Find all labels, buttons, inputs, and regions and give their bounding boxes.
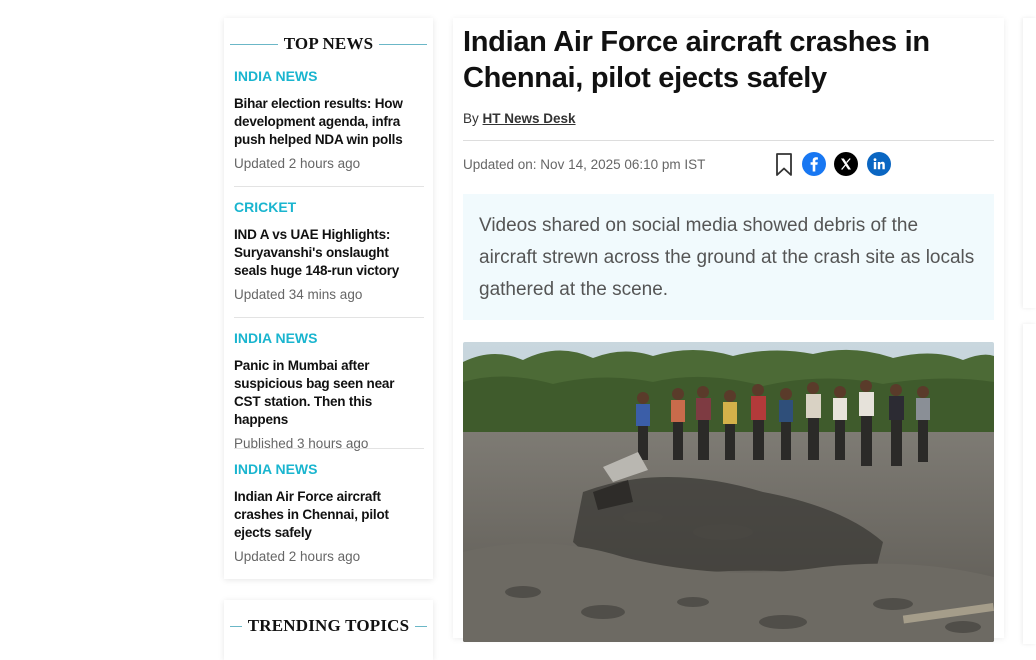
byline: By HT News Desk — [463, 111, 576, 126]
news-divider — [234, 317, 424, 318]
news-item[interactable]: CRICKET IND A vs UAE Highlights: Suryava… — [234, 199, 424, 302]
trending-title: TRENDING TOPICS — [247, 616, 410, 635]
top-news-card: TOP NEWS INDIA NEWS Bihar election resul… — [224, 18, 433, 579]
header-divider — [415, 625, 427, 627]
news-timestamp: Updated 2 hours ago — [234, 549, 361, 564]
bookmark-icon[interactable] — [772, 152, 796, 176]
news-headline-link[interactable]: Indian Air Force aircraft crashes in Che… — [234, 488, 424, 542]
news-category-link[interactable]: CRICKET — [234, 199, 424, 217]
news-category-link[interactable]: INDIA NEWS — [234, 68, 424, 86]
article-image — [463, 342, 994, 642]
author-link[interactable]: HT News Desk — [483, 111, 576, 126]
byline-prefix: By — [463, 111, 479, 126]
right-rail-card — [1023, 18, 1036, 308]
news-divider — [234, 448, 424, 449]
linkedin-icon[interactable] — [867, 152, 891, 176]
news-timestamp: Updated 2 hours ago — [234, 156, 361, 171]
header-divider — [230, 43, 278, 45]
news-timestamp: Updated 34 mins ago — [234, 287, 363, 302]
meta-divider — [463, 140, 994, 141]
news-headline-link[interactable]: Panic in Mumbai after suspicious bag see… — [234, 357, 424, 429]
news-divider — [234, 186, 424, 187]
article-headline: Indian Air Force aircraft crashes in Che… — [463, 26, 930, 94]
header-divider — [379, 43, 427, 45]
news-item[interactable]: INDIA NEWS Indian Air Force aircraft cra… — [234, 461, 424, 564]
news-item[interactable]: INDIA NEWS Bihar election results: How d… — [234, 68, 424, 171]
news-category-link[interactable]: INDIA NEWS — [234, 461, 424, 479]
right-rail-card — [1023, 324, 1036, 644]
top-news-header: TOP NEWS — [224, 34, 433, 54]
news-headline-link[interactable]: IND A vs UAE Highlights: Suryavanshi's o… — [234, 226, 424, 280]
updated-timestamp: Updated on: Nov 14, 2025 06:10 pm IST — [463, 157, 706, 172]
news-category-link[interactable]: INDIA NEWS — [234, 330, 424, 348]
news-headline-link[interactable]: Bihar election results: How development … — [234, 95, 424, 149]
trending-header: TRENDING TOPICS — [224, 616, 433, 636]
x-icon[interactable] — [834, 152, 858, 176]
article-summary: Videos shared on social media showed deb… — [463, 194, 994, 320]
facebook-icon[interactable] — [802, 152, 826, 176]
news-item[interactable]: INDIA NEWS Panic in Mumbai after suspici… — [234, 330, 424, 451]
article: Indian Air Force aircraft crashes in Che… — [453, 18, 1004, 642]
header-divider — [230, 625, 242, 627]
trending-card: TRENDING TOPICS — [224, 600, 433, 660]
top-news-title: TOP NEWS — [283, 34, 374, 53]
